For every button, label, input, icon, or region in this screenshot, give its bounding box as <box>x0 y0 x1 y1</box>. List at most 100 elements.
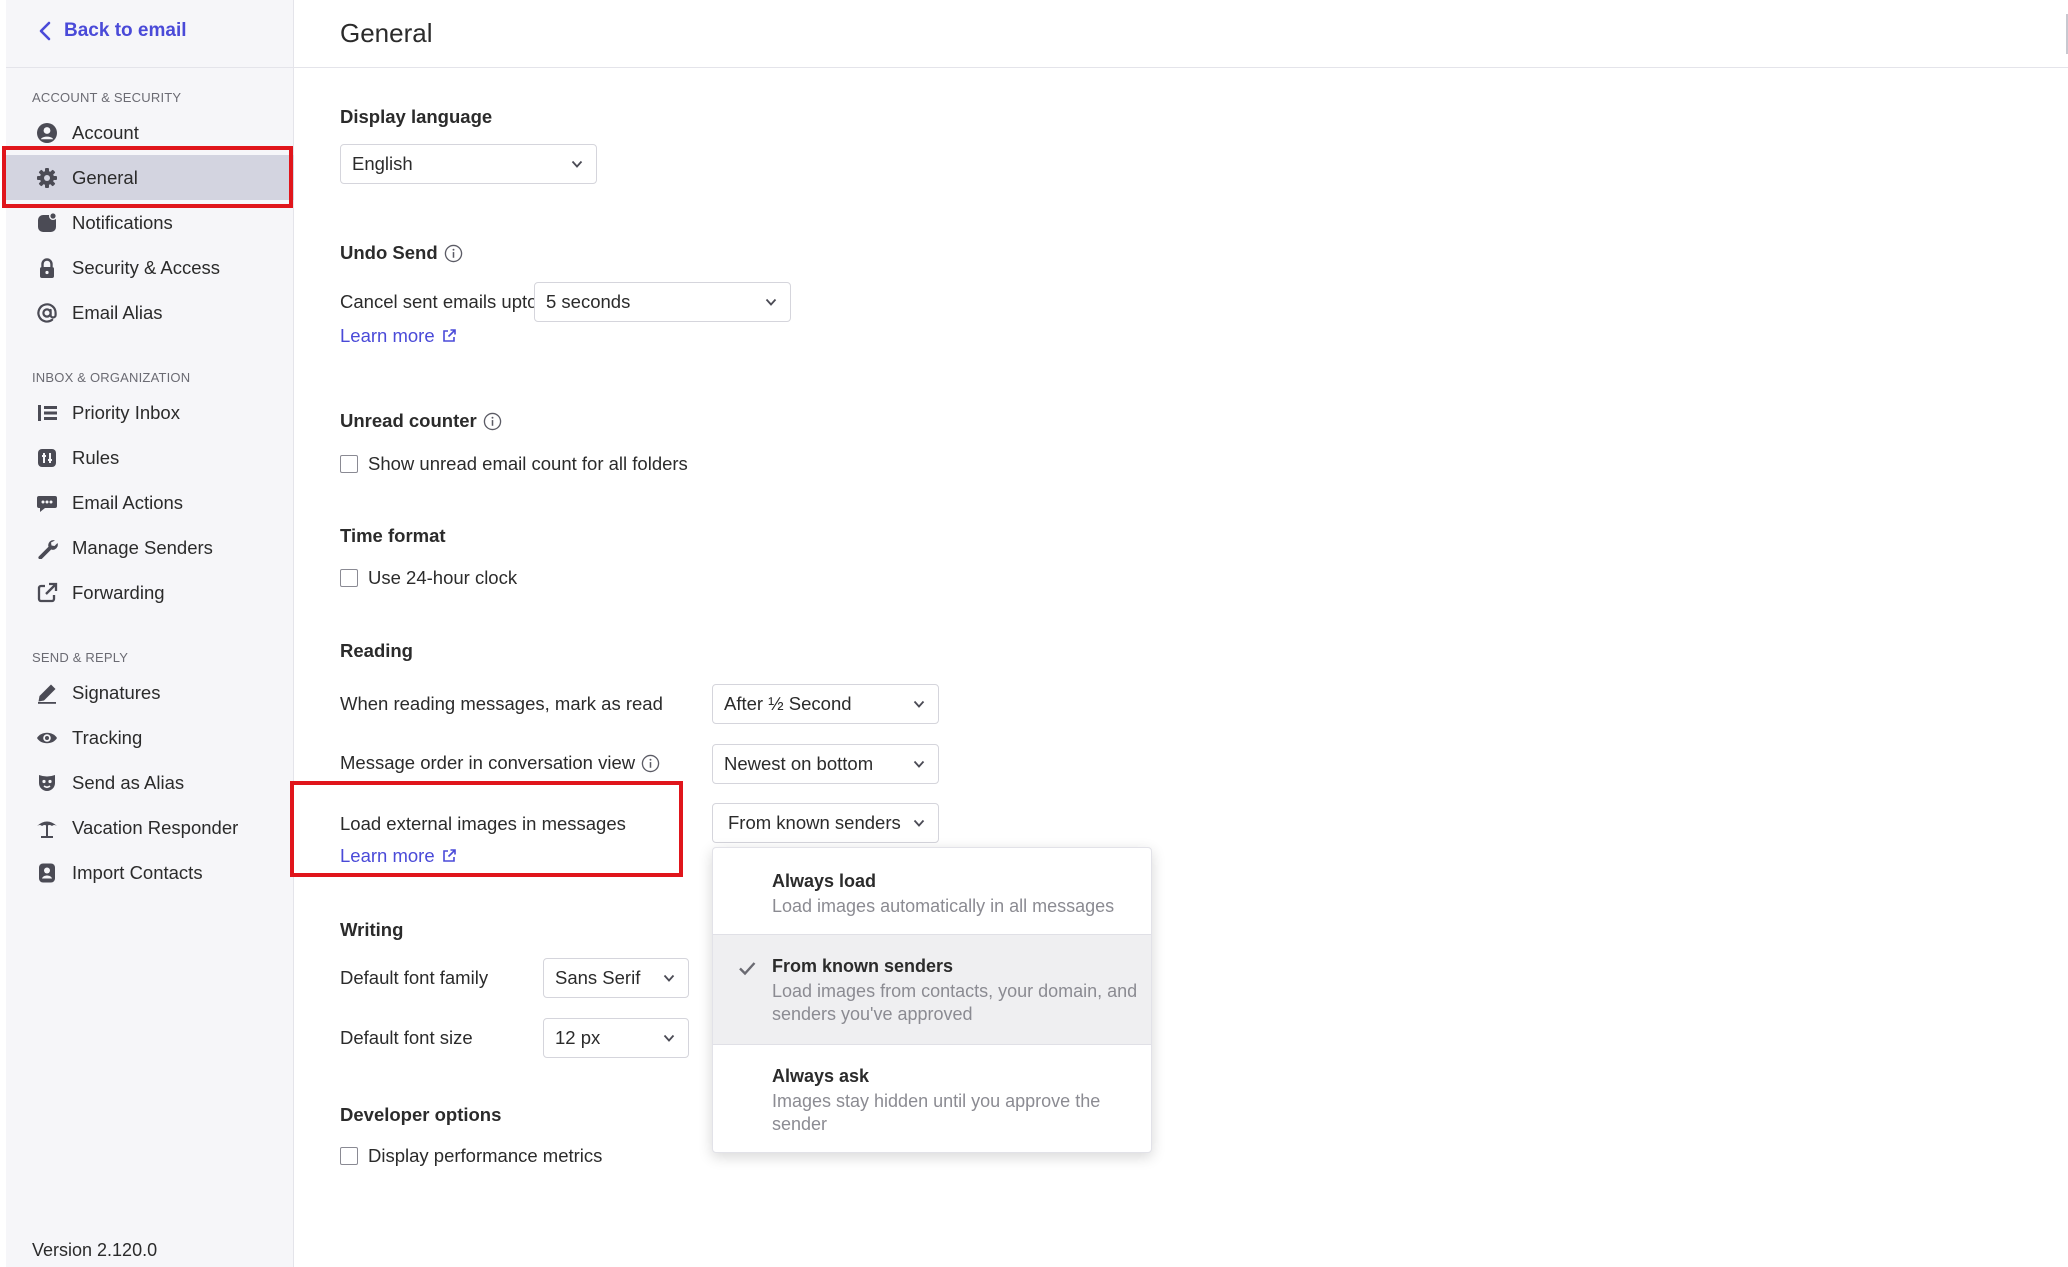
wrench-icon <box>36 537 58 559</box>
font-family-select[interactable]: Sans Serif <box>543 958 689 998</box>
section-title-send-reply: SEND & REPLY <box>32 650 129 665</box>
sidebar-item-forwarding[interactable]: Forwarding <box>6 570 294 615</box>
sidebar-item-account[interactable]: Account <box>6 110 294 155</box>
sidebar-item-notifications[interactable]: Notifications <box>6 200 294 245</box>
settings-sidebar: Back to email ACCOUNT & SECURITY Account… <box>6 0 294 1267</box>
section-title-inbox-organization: INBOX & ORGANIZATION <box>32 370 191 385</box>
undo-send-learn-more-link[interactable]: Learn more <box>340 325 457 347</box>
sidebar-item-general[interactable]: General <box>6 155 294 200</box>
display-language-value: English <box>352 153 413 174</box>
external-images-value: From known senders <box>728 812 901 833</box>
info-icon[interactable] <box>444 244 463 263</box>
option-title: From known senders <box>772 956 954 976</box>
sidebar-item-label: Import Contacts <box>72 861 203 883</box>
performance-metrics-checkbox[interactable] <box>340 1147 358 1165</box>
sidebar-item-signatures[interactable]: Signatures <box>6 670 294 715</box>
undo-send-delay-value: 5 seconds <box>546 291 631 312</box>
sidebar-item-label: Tracking <box>72 726 143 748</box>
font-size-select[interactable]: 12 px <box>543 1018 689 1058</box>
rules-icon <box>36 447 58 469</box>
24-hour-clock-checkbox-row[interactable]: Use 24-hour clock <box>340 567 517 589</box>
chevron-left-icon <box>39 21 51 41</box>
reading-heading: Reading <box>340 640 413 662</box>
unread-counter-title: Unread counter <box>340 410 477 431</box>
external-images-label: Load external images in messages <box>340 813 626 834</box>
info-icon[interactable] <box>641 754 660 773</box>
external-images-dropdown-menu: Always load Load images automatically in… <box>712 847 1152 1153</box>
developer-options-heading: Developer options <box>340 1104 501 1126</box>
chevron-down-icon <box>663 974 675 982</box>
sidebar-item-email-alias[interactable]: Email Alias <box>6 290 294 335</box>
sidebar-item-rules[interactable]: Rules <box>6 435 294 480</box>
time-format-title: Time format <box>340 525 446 546</box>
sidebar-item-label: Manage Senders <box>72 536 213 558</box>
back-to-email-link[interactable]: Back to email <box>38 20 187 42</box>
message-order-value: Newest on bottom <box>724 753 874 774</box>
sidebar-item-label: Forwarding <box>72 581 165 603</box>
sidebar-item-label: Account <box>72 121 139 143</box>
checkmark-icon <box>739 962 756 976</box>
pen-icon <box>36 682 58 704</box>
unread-count-checkbox-label: Show unread email count for all folders <box>368 453 688 474</box>
mark-as-read-select[interactable]: After ½ Second <box>712 684 939 724</box>
time-format-heading: Time format <box>340 525 446 547</box>
font-family-label-row: Default font family <box>340 967 488 989</box>
email-actions-icon <box>36 492 58 514</box>
font-family-value: Sans Serif <box>555 967 641 988</box>
chevron-down-icon <box>765 298 777 306</box>
font-size-label: Default font size <box>340 1027 473 1048</box>
info-icon[interactable] <box>483 412 502 431</box>
message-order-select[interactable]: Newest on bottom <box>712 744 939 784</box>
unread-count-checkbox[interactable] <box>340 455 358 473</box>
message-order-label-row: Message order in conversation view <box>340 752 660 774</box>
mask-icon <box>36 772 58 794</box>
sidebar-item-label: Vacation Responder <box>72 816 239 838</box>
undo-send-label: Cancel sent emails upto <box>340 291 538 312</box>
section-title-account-security: ACCOUNT & SECURITY <box>32 90 182 105</box>
contact-icon <box>36 862 58 884</box>
display-language-heading: Display language <box>340 106 492 128</box>
sidebar-item-label: Email Alias <box>72 301 163 323</box>
display-language-title: Display language <box>340 106 493 127</box>
sidebar-item-label: Priority Inbox <box>72 401 180 423</box>
chevron-down-icon <box>571 160 583 168</box>
sidebar-item-import-contacts[interactable]: Import Contacts <box>6 850 294 895</box>
24-hour-clock-checkbox[interactable] <box>340 569 358 587</box>
undo-send-heading: Undo Send <box>340 242 463 264</box>
sidebar-item-tracking[interactable]: Tracking <box>6 715 294 760</box>
menu-option-from-known-senders[interactable]: From known senders Load images from cont… <box>713 935 1151 1044</box>
sidebar-item-label: Notifications <box>72 211 173 233</box>
performance-metrics-checkbox-row[interactable]: Display performance metrics <box>340 1145 602 1167</box>
menu-option-always-load[interactable]: Always load Load images automatically in… <box>713 848 1151 934</box>
sidebar-item-manage-senders[interactable]: Manage Senders <box>6 525 294 570</box>
external-link-icon <box>442 329 456 342</box>
24-hour-clock-label: Use 24-hour clock <box>368 567 518 588</box>
learn-more-label: Learn more <box>340 845 435 866</box>
external-images-learn-more-link[interactable]: Learn more <box>340 845 457 867</box>
sidebar-item-security-access[interactable]: Security & Access <box>6 245 294 290</box>
performance-metrics-label: Display performance metrics <box>368 1145 603 1166</box>
sidebar-item-vacation-responder[interactable]: Vacation Responder <box>6 805 294 850</box>
menu-option-always-ask[interactable]: Always ask Images stay hidden until you … <box>713 1045 1151 1152</box>
undo-send-title: Undo Send <box>340 242 438 263</box>
font-size-label-row: Default font size <box>340 1027 473 1049</box>
option-description: Images stay hidden until you approve the… <box>772 1091 1101 1134</box>
page-title: General <box>340 18 433 48</box>
forward-icon <box>36 582 58 604</box>
learn-more-label: Learn more <box>340 325 435 346</box>
notification-icon <box>36 211 58 234</box>
sidebar-item-label: Email Actions <box>72 491 184 513</box>
lock-icon <box>36 257 58 279</box>
undo-send-delay-select[interactable]: 5 seconds <box>534 282 791 322</box>
unread-count-checkbox-row[interactable]: Show unread email count for all folders <box>340 453 688 475</box>
sidebar-item-send-as-alias[interactable]: Send as Alias <box>6 760 294 805</box>
chevron-down-icon <box>913 700 925 708</box>
display-language-select[interactable]: English <box>340 144 597 184</box>
mark-as-read-label: When reading messages, mark as read <box>340 693 663 714</box>
external-images-select[interactable]: From known senders <box>712 803 939 843</box>
sidebar-item-priority-inbox[interactable]: Priority Inbox <box>6 390 294 435</box>
external-images-label-row: Load external images in messages <box>340 813 626 835</box>
writing-heading: Writing <box>340 919 403 941</box>
sidebar-item-email-actions[interactable]: Email Actions <box>6 480 294 525</box>
developer-options-title: Developer options <box>340 1104 502 1125</box>
